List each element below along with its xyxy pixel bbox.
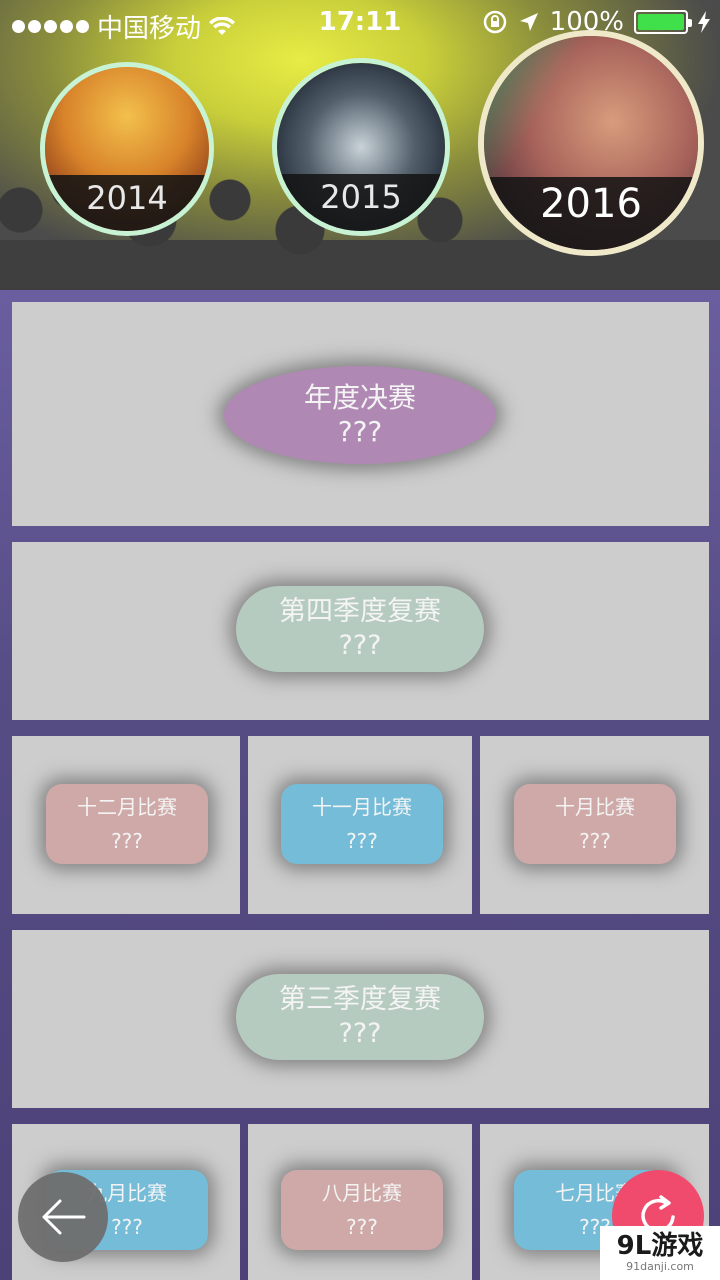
arrow-left-icon (42, 1199, 86, 1235)
december-contest-button[interactable]: 十二月比赛 ??? (46, 784, 208, 864)
annual-final-button[interactable]: 年度决赛 ??? (224, 366, 496, 464)
november-contest-button[interactable]: 十一月比赛 ??? (281, 784, 443, 864)
annual-final-panel: 年度决赛 ??? (12, 302, 709, 526)
watermark-url: 91danji.com (626, 1260, 694, 1273)
year-header: 中国移动 17:11 100% 2014 2015 2016 (0, 0, 720, 290)
year-2016-label: 2016 (484, 177, 698, 250)
q3-rematch-panel: 第三季度复赛 ??? (12, 930, 709, 1108)
rotation-lock-icon (483, 10, 506, 34)
watermark-brand: 9L游戏 (616, 1231, 704, 1261)
q3-rematch-title: 第三季度复赛 (279, 984, 441, 1015)
back-button[interactable] (18, 1172, 108, 1262)
october-contest-value: ??? (579, 829, 611, 853)
october-contest-title: 十月比赛 (555, 795, 635, 819)
year-2015-button[interactable]: 2015 (272, 58, 450, 236)
q4-rematch-value: ??? (338, 630, 382, 661)
month-cell: 十月比赛 ??? (480, 736, 709, 914)
year-2014-button[interactable]: 2014 (40, 62, 214, 236)
december-contest-value: ??? (111, 829, 143, 853)
august-contest-button[interactable]: 八月比赛 ??? (281, 1170, 443, 1250)
site-watermark: 9L游戏 91danji.com (600, 1226, 720, 1280)
q3-rematch-button[interactable]: 第三季度复赛 ??? (236, 974, 484, 1060)
august-contest-title: 八月比赛 (322, 1181, 402, 1205)
battery-icon (634, 10, 692, 34)
contest-bracket: 年度决赛 ??? 第四季度复赛 ??? 十二月比赛 ??? 十一月比赛 ??? … (0, 290, 720, 1280)
battery-level (638, 14, 684, 30)
november-contest-value: ??? (346, 829, 378, 853)
annual-final-title: 年度决赛 (303, 381, 416, 414)
november-contest-title: 十一月比赛 (312, 795, 412, 819)
year-2016-button[interactable]: 2016 (478, 30, 704, 256)
q4-rematch-title: 第四季度复赛 (279, 596, 441, 627)
charging-bolt-icon (698, 11, 710, 33)
year-2014-label: 2014 (45, 175, 209, 231)
q4-rematch-panel: 第四季度复赛 ??? (12, 542, 709, 720)
month-cell: 八月比赛 ??? (248, 1124, 472, 1280)
month-cell: 十一月比赛 ??? (248, 736, 472, 914)
month-cell: 十二月比赛 ??? (12, 736, 240, 914)
month-row-q4: 十二月比赛 ??? 十一月比赛 ??? 十月比赛 ??? (12, 736, 709, 914)
august-contest-value: ??? (346, 1215, 378, 1239)
year-2015-label: 2015 (277, 173, 445, 231)
q3-rematch-value: ??? (338, 1018, 382, 1049)
december-contest-title: 十二月比赛 (77, 795, 177, 819)
october-contest-button[interactable]: 十月比赛 ??? (514, 784, 676, 864)
september-contest-value: ??? (111, 1215, 143, 1239)
location-arrow-icon (519, 13, 538, 31)
q4-rematch-button[interactable]: 第四季度复赛 ??? (236, 586, 484, 672)
annual-final-value: ??? (337, 415, 383, 448)
